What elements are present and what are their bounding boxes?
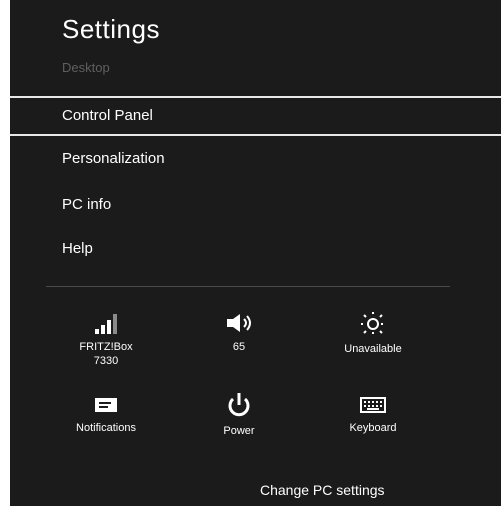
notifications-tile[interactable]: Notifications [51, 395, 161, 435]
brightness-label: Unavailable [344, 343, 402, 355]
speaker-icon [227, 314, 251, 332]
brightness-tile[interactable]: Unavailable [318, 312, 428, 356]
network-label: FRITZ!Box 7330 [79, 341, 133, 367]
notifications-icon [95, 398, 117, 412]
section-divider [46, 286, 450, 287]
keyboard-label: Keyboard [349, 422, 397, 434]
volume-tile[interactable]: 65 [184, 312, 294, 354]
keyboard-tile[interactable]: Keyboard [318, 395, 428, 435]
selection-top-border [10, 96, 501, 98]
signal-bars-icon [95, 314, 117, 334]
sun-icon [361, 312, 385, 336]
keyboard-icon [360, 397, 386, 413]
settings-charm-panel: Settings Desktop Control Panel Personali… [10, 0, 501, 506]
menu-item-pc-info[interactable]: PC info [62, 196, 111, 213]
network-tile[interactable]: FRITZ!Box 7330 [51, 312, 161, 368]
selection-bottom-border [10, 134, 501, 136]
power-icon [228, 393, 250, 417]
notifications-label: Notifications [76, 422, 136, 434]
menu-item-control-panel[interactable]: Control Panel [62, 107, 153, 124]
page-title: Settings [62, 14, 160, 44]
menu-item-personalization[interactable]: Personalization [62, 150, 165, 167]
menu-item-help[interactable]: Help [62, 240, 93, 257]
power-label: Power [223, 425, 255, 437]
volume-label: 65 [232, 341, 246, 353]
change-pc-settings-link[interactable]: Change PC settings [260, 482, 385, 498]
power-tile[interactable]: Power [184, 392, 294, 438]
context-label: Desktop [62, 60, 110, 75]
